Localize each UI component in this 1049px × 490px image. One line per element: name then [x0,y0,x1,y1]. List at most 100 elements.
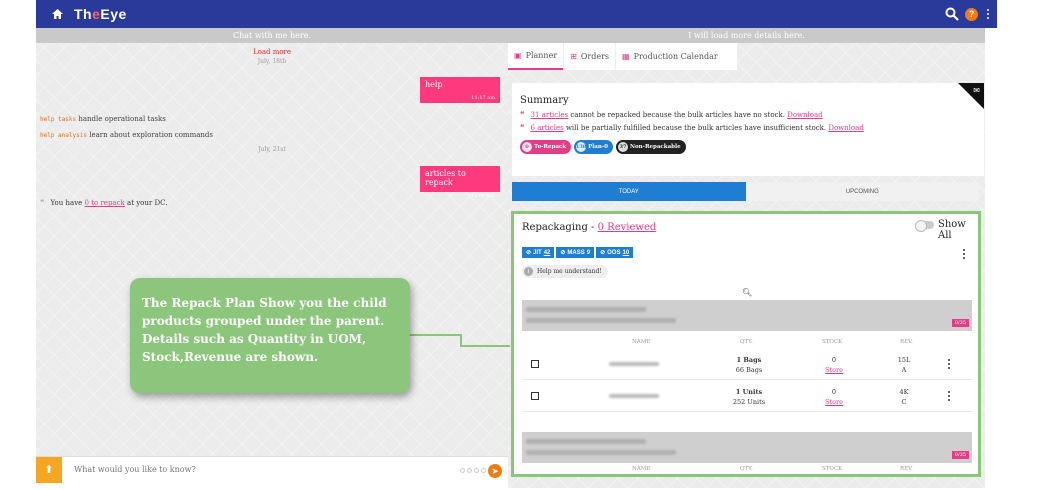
stock-cell: 0 Store [814,355,854,375]
check-circle-icon: ⊘ [526,250,532,256]
tab-orders[interactable]: ⊞ Orders [564,43,615,70]
download-link[interactable]: Download [828,124,863,132]
details-header: I will load more details here. [508,28,985,43]
message-time: 12:00 pm [471,193,495,199]
store-link[interactable]: Store [814,365,854,375]
chat-input[interactable] [74,465,454,474]
send-icon[interactable]: ➤ [488,464,502,478]
group-badge: 0/35 [951,451,969,459]
topbar-actions: ? [945,7,989,21]
app-root: TheEye ? Chat with me here. Load more Ju… [0,0,1049,490]
blurred-name [609,394,659,398]
column-headers: NAME QTY. STOCK REV. [522,464,972,474]
blurred-name [609,362,659,366]
group-header[interactable]: 0/35 [522,300,972,331]
col-rev: REV. [900,466,913,472]
search-icon[interactable] [945,7,959,21]
chat-date: July, 18th [257,58,287,65]
more-menu-icon[interactable] [987,9,989,19]
left-margin [0,0,36,490]
pill-to-repack[interactable]: 0 To-Repack [520,140,572,154]
brand-logo[interactable]: TheEye [74,6,127,22]
search-icon[interactable]: 🔍︎ [742,288,752,297]
download-link[interactable]: Download [787,111,822,119]
help-icon[interactable]: ? [965,7,978,21]
help-me-understand-button[interactable]: i Help me understand! [522,265,608,278]
help-analysis-command[interactable]: help analysis [40,132,87,139]
summary-card: ✉ Summary ❝ 31 articles cannot be repack… [512,83,984,176]
filter-chips: ⊘ JIT 42 ⊘ MASS 9 ⊘ OOS 10 [522,247,634,258]
chip-jit[interactable]: ⊘ JIT 42 [522,247,555,258]
blurred-text [526,318,676,323]
schedule-tabs: TODAY UPCOMING [512,182,979,201]
show-all-toggle[interactable] [915,220,934,232]
info-icon: i [524,267,533,276]
rev-cell: 15L A [897,356,911,374]
pill-plan[interactable]: 138 Plan-0 [574,140,613,154]
tab-upcoming[interactable]: UPCOMING [745,182,979,201]
mail-icon[interactable]: ✉ [973,86,980,95]
summary-line: ❝ 31 articles cannot be repacked because… [520,110,823,119]
tab-planner[interactable]: ▣ Planner [508,43,564,70]
more-options-icon[interactable] [963,249,965,259]
summary-line: ❝ 6 articles will be partially fulfilled… [520,123,864,132]
callout-connector [460,345,510,347]
help-tasks-line: help tasks handle operational tasks [40,115,166,123]
row-menu-icon[interactable] [948,391,950,401]
top-bar: TheEye ? [36,0,997,28]
show-all-label: Show All [938,219,966,241]
quote-icon: ❝ [520,110,525,119]
sitemap-icon: ⊞ [570,52,577,61]
group-badge: 0/35 [951,319,969,327]
help-analysis-line: help analysis learn about exploration co… [40,131,213,139]
quote-icon: ❝ [520,123,525,132]
message-text: articles to repack [425,169,466,187]
col-name: NAME [632,466,651,472]
col-stock: STOCK [822,466,843,472]
chip-oos[interactable]: ⊘ OOS 10 [596,247,634,258]
quote-icon: ❝ [40,198,45,207]
row-checkbox[interactable] [531,360,539,368]
chip-mass[interactable]: ⊘ MASS 9 [556,247,595,258]
col-rev: REV. [900,339,913,345]
articles-link[interactable]: 6 articles [531,124,564,132]
blurred-text [526,307,646,312]
check-circle-icon: ⊘ [600,250,606,256]
qty-cell: 1 Units 252 Units [732,388,766,406]
details-panel: I will load more details here. ▣ Planner… [508,28,985,488]
table-row[interactable]: 1 Bags 66 Bags 0 Store 15L A [522,349,972,380]
user-message-bubble: help 11:17 am [420,77,500,103]
pill-non-repackable[interactable]: 37 Non-Repackable [615,140,686,154]
row-checkbox[interactable] [531,392,539,400]
message-text: help [425,80,443,89]
help-tasks-command[interactable]: help tasks [40,116,76,123]
bot-reply: ❝ You have 0 to repack at your DC. [40,198,168,207]
chat-date: July, 21st [258,146,286,153]
group-header[interactable]: 0/35 [522,432,972,463]
chat-header: Chat with me here. [36,28,508,43]
store-link[interactable]: Store [814,397,854,407]
col-qty: QTY. [740,339,753,345]
callout-connector [410,334,462,336]
col-qty: QTY. [740,466,753,472]
summary-corner [958,83,984,109]
calendar-icon: ▦ [622,52,630,61]
repack-link[interactable]: 0 to repack [85,199,125,207]
col-stock: STOCK [822,339,843,345]
articles-link[interactable]: 31 articles [531,111,569,119]
home-icon[interactable] [46,9,68,19]
summary-title: Summary [520,95,569,106]
table-row[interactable]: 1 Units 252 Units 0 Store 4K C [522,381,972,412]
scroll-up-button[interactable]: ⬆ [36,456,62,483]
tab-production-calendar[interactable]: ▦ Production Calendar [616,43,724,70]
right-margin [997,0,1049,490]
tab-today[interactable]: TODAY [512,182,746,201]
chat-input-bar: ⬆ ➤ [36,456,508,483]
col-name: NAME [632,339,651,345]
reviewed-link[interactable]: 0 Reviewed [598,222,657,233]
column-headers: NAME QTY. STOCK REV. [522,337,972,349]
repackaging-title: Repackaging - 0 Reviewed [522,222,657,233]
load-more-link[interactable]: Load more [36,48,508,56]
row-menu-icon[interactable] [948,359,950,369]
loading-dots-icon [460,468,486,473]
